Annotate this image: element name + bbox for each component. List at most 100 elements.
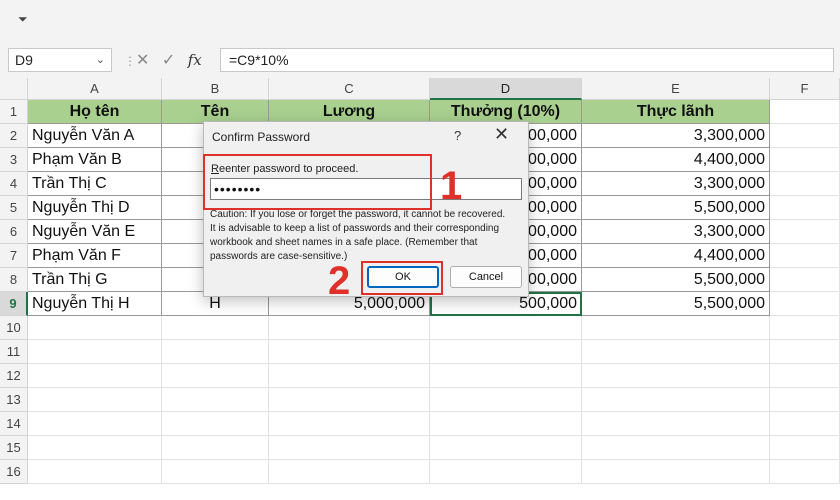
insert-function-button[interactable]: fx bbox=[188, 48, 202, 72]
row-header-10[interactable]: 10 bbox=[0, 316, 28, 340]
cell[interactable] bbox=[430, 340, 582, 364]
table-cell[interactable]: 3,300,000 bbox=[582, 220, 770, 244]
row-header-9[interactable]: 9 bbox=[0, 292, 28, 316]
table-cell[interactable]: Nguyễn Thị H bbox=[28, 292, 162, 316]
column-header-b[interactable]: B bbox=[162, 78, 269, 100]
cell[interactable] bbox=[770, 412, 840, 436]
cell[interactable] bbox=[770, 364, 840, 388]
cancel-icon[interactable]: ✕ bbox=[136, 49, 149, 73]
cell[interactable] bbox=[770, 196, 840, 220]
table-cell[interactable]: Trần Thị G bbox=[28, 268, 162, 292]
table-header-cell[interactable]: Họ tên bbox=[28, 100, 162, 124]
column-header-c[interactable]: C bbox=[269, 78, 430, 100]
row-header-2[interactable]: 2 bbox=[0, 124, 28, 148]
cell[interactable] bbox=[162, 340, 269, 364]
cell[interactable] bbox=[269, 436, 430, 460]
row-header-15[interactable]: 15 bbox=[0, 436, 28, 460]
chevron-down-icon[interactable]: ⌄ bbox=[96, 49, 105, 71]
table-cell[interactable]: Phạm Văn B bbox=[28, 148, 162, 172]
row-header-6[interactable]: 6 bbox=[0, 220, 28, 244]
cell[interactable] bbox=[582, 364, 770, 388]
table-cell[interactable]: 4,400,000 bbox=[582, 244, 770, 268]
table-cell[interactable]: 3,300,000 bbox=[582, 124, 770, 148]
help-button[interactable]: ? bbox=[454, 128, 461, 143]
cell[interactable] bbox=[582, 436, 770, 460]
cell[interactable] bbox=[770, 292, 840, 316]
cell[interactable] bbox=[582, 316, 770, 340]
cell[interactable] bbox=[28, 388, 162, 412]
cell[interactable] bbox=[28, 460, 162, 484]
cell[interactable] bbox=[162, 316, 269, 340]
check-icon[interactable]: ✓ bbox=[162, 49, 175, 73]
table-header-cell[interactable]: Thực lãnh bbox=[582, 100, 770, 124]
cell[interactable] bbox=[770, 172, 840, 196]
cell[interactable] bbox=[582, 388, 770, 412]
cell[interactable] bbox=[430, 460, 582, 484]
cell[interactable] bbox=[770, 268, 840, 292]
cell[interactable] bbox=[770, 100, 840, 124]
table-cell[interactable]: 5,500,000 bbox=[582, 268, 770, 292]
cell[interactable] bbox=[770, 124, 840, 148]
cell[interactable] bbox=[269, 340, 430, 364]
row-header-8[interactable]: 8 bbox=[0, 268, 28, 292]
row-header-13[interactable]: 13 bbox=[0, 388, 28, 412]
close-icon[interactable]: ✕ bbox=[494, 124, 509, 145]
cell[interactable] bbox=[770, 340, 840, 364]
cell[interactable] bbox=[582, 412, 770, 436]
row-header-3[interactable]: 3 bbox=[0, 148, 28, 172]
column-header-d[interactable]: D bbox=[430, 78, 582, 100]
table-cell[interactable]: 4,400,000 bbox=[582, 148, 770, 172]
column-header-a[interactable]: A bbox=[28, 78, 162, 100]
cell[interactable] bbox=[770, 316, 840, 340]
customize-toolbar-icon[interactable]: ⏷ bbox=[18, 12, 28, 27]
column-header-e[interactable]: E bbox=[582, 78, 770, 100]
row-header-12[interactable]: 12 bbox=[0, 364, 28, 388]
cell[interactable] bbox=[162, 460, 269, 484]
table-cell[interactable]: Nguyễn Văn E bbox=[28, 220, 162, 244]
row-header-14[interactable]: 14 bbox=[0, 412, 28, 436]
cell[interactable] bbox=[582, 460, 770, 484]
row-header-4[interactable]: 4 bbox=[0, 172, 28, 196]
cell[interactable] bbox=[582, 340, 770, 364]
cell[interactable] bbox=[28, 340, 162, 364]
row-header-7[interactable]: 7 bbox=[0, 244, 28, 268]
cell[interactable] bbox=[770, 148, 840, 172]
cell[interactable] bbox=[770, 460, 840, 484]
cell[interactable] bbox=[269, 412, 430, 436]
row-header-1[interactable]: 1 bbox=[0, 100, 28, 124]
column-header-f[interactable]: F bbox=[770, 78, 840, 100]
table-cell[interactable]: Nguyễn Thị D bbox=[28, 196, 162, 220]
cell[interactable] bbox=[430, 412, 582, 436]
cell[interactable] bbox=[162, 436, 269, 460]
name-box[interactable]: D9 ⌄ bbox=[8, 48, 112, 72]
cancel-button[interactable]: Cancel bbox=[450, 266, 522, 288]
select-all-corner[interactable] bbox=[0, 78, 28, 100]
row-header-11[interactable]: 11 bbox=[0, 340, 28, 364]
cell[interactable] bbox=[430, 388, 582, 412]
table-cell[interactable]: 5,500,000 bbox=[582, 292, 770, 316]
cell[interactable] bbox=[162, 412, 269, 436]
cell[interactable] bbox=[162, 364, 269, 388]
table-cell[interactable]: 5,500,000 bbox=[582, 196, 770, 220]
cell[interactable] bbox=[770, 388, 840, 412]
row-header-16[interactable]: 16 bbox=[0, 460, 28, 484]
cell[interactable] bbox=[770, 244, 840, 268]
formula-input[interactable]: =C9*10% bbox=[220, 48, 834, 72]
cell[interactable] bbox=[269, 388, 430, 412]
cell[interactable] bbox=[28, 436, 162, 460]
cell[interactable] bbox=[430, 364, 582, 388]
cell[interactable] bbox=[269, 460, 430, 484]
cell[interactable] bbox=[430, 316, 582, 340]
cell[interactable] bbox=[269, 364, 430, 388]
cell[interactable] bbox=[28, 316, 162, 340]
table-cell[interactable]: Trần Thị C bbox=[28, 172, 162, 196]
cell[interactable] bbox=[28, 412, 162, 436]
cell[interactable] bbox=[28, 364, 162, 388]
cell[interactable] bbox=[162, 388, 269, 412]
cell[interactable] bbox=[770, 220, 840, 244]
cell[interactable] bbox=[430, 436, 582, 460]
table-cell[interactable]: Nguyễn Văn A bbox=[28, 124, 162, 148]
cell[interactable] bbox=[269, 316, 430, 340]
table-cell[interactable]: 3,300,000 bbox=[582, 172, 770, 196]
cell[interactable] bbox=[770, 436, 840, 460]
